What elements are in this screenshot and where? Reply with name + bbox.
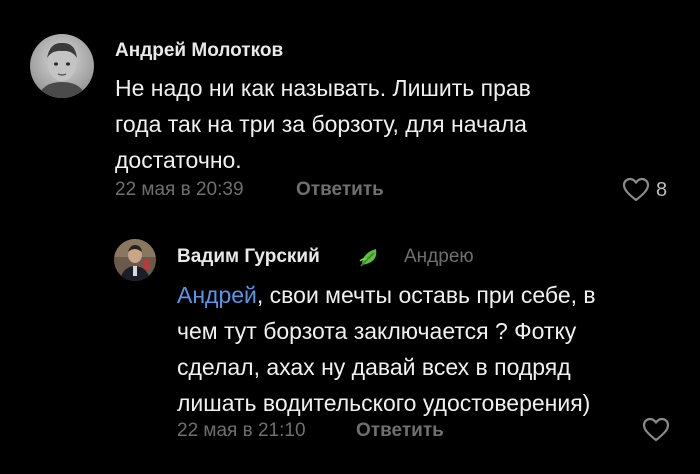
mention-link[interactable]: Андрей bbox=[177, 282, 257, 308]
comment-timestamp: 22 мая в 21:10 bbox=[177, 420, 306, 441]
reply-to-link[interactable]: Андрею bbox=[404, 246, 474, 268]
comment-text-line: сделал, ахах ну давай всех в подряд bbox=[177, 354, 571, 380]
heart-icon bbox=[622, 177, 650, 202]
comment-text-rest: , свои мечты оставь при себе, в bbox=[256, 282, 596, 308]
comment-author[interactable]: Андрей Молотков bbox=[115, 40, 283, 62]
reply-button[interactable]: Ответить bbox=[296, 179, 384, 201]
comment-text-line: года так на три за борзоту, для начала bbox=[115, 111, 527, 137]
avatar[interactable] bbox=[30, 34, 94, 98]
heart-icon bbox=[642, 417, 670, 442]
like-button[interactable] bbox=[642, 416, 670, 444]
comment-text-line: достаточно. bbox=[115, 147, 242, 173]
avatar[interactable] bbox=[114, 239, 156, 281]
green-leaf-icon bbox=[358, 245, 382, 269]
avatar-photo-man bbox=[114, 239, 156, 281]
comment-text-line: Не надо ни как называть. Лишить прав bbox=[115, 75, 531, 101]
comment-timestamp: 22 мая в 20:39 bbox=[115, 179, 244, 200]
like-count: 8 bbox=[656, 178, 668, 201]
comment-text-line: Андрей, свои мечты оставь при себе, в bbox=[177, 277, 596, 313]
avatar-photo-boy bbox=[30, 34, 94, 98]
comment-2: Вадим Гурский Андрею Андрей, свои мечты … bbox=[0, 215, 700, 474]
reply-button[interactable]: Ответить bbox=[356, 420, 444, 442]
like-button[interactable]: 8 bbox=[622, 176, 667, 204]
comment-text: Не надо ни как называть. Лишить прав год… bbox=[115, 70, 531, 178]
comment-1: Андрей Молотков Не надо ни как называть.… bbox=[0, 0, 700, 215]
comment-author[interactable]: Вадим Гурский bbox=[177, 246, 320, 268]
comment-text: Андрей, свои мечты оставь при себе, в че… bbox=[177, 277, 596, 421]
comment-text-line: лишать водительского удостоверения) bbox=[177, 390, 591, 416]
comment-text-line: чем тут борзота заключается ? Фотку bbox=[177, 318, 577, 344]
